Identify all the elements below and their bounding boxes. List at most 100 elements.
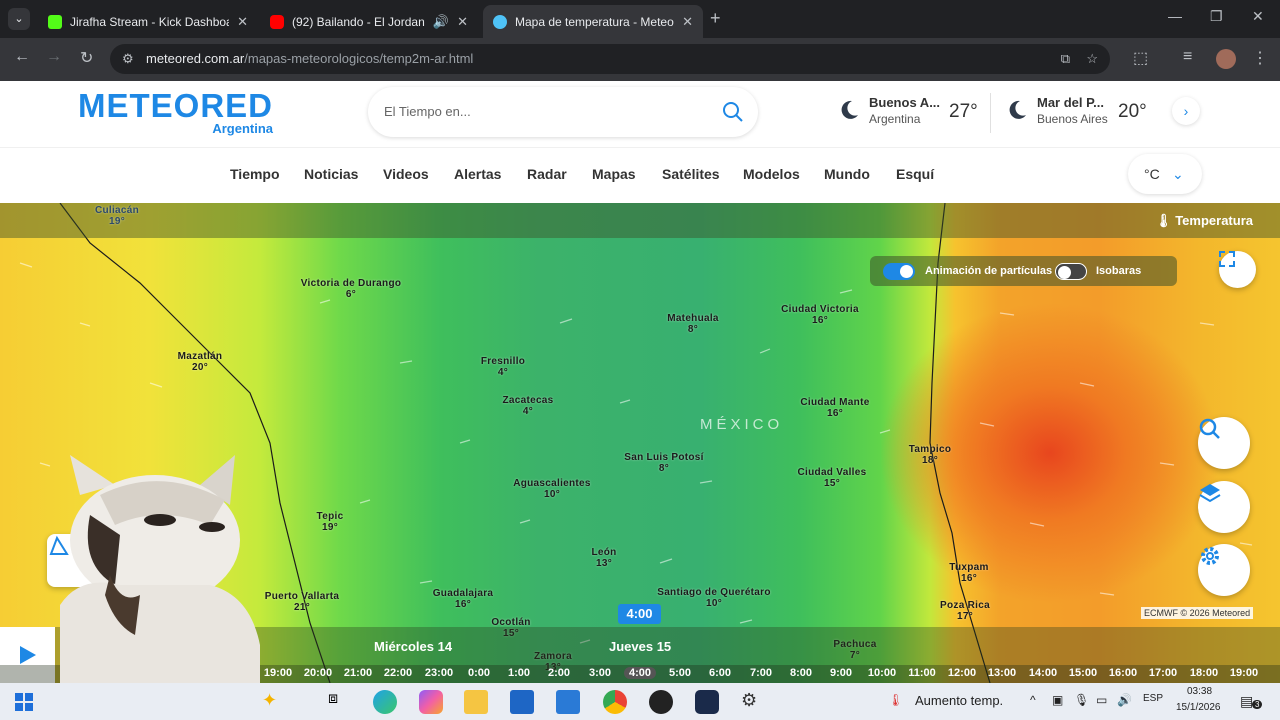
hour-tick[interactable]: 21:00 bbox=[344, 667, 372, 679]
search-icon[interactable] bbox=[722, 101, 744, 123]
volume-icon[interactable]: 🔊 bbox=[1117, 693, 1132, 707]
hour-tick[interactable]: 1:00 bbox=[508, 667, 530, 679]
hour-tick[interactable]: 19:00 bbox=[264, 667, 292, 679]
isobars-toggle[interactable] bbox=[1055, 263, 1087, 280]
layer-label[interactable]: 🌡 Temperatura bbox=[1155, 213, 1253, 229]
nav-tiempo[interactable]: Tiempo bbox=[230, 166, 280, 182]
meteored-logo[interactable]: METEORED Argentina bbox=[78, 87, 273, 136]
city-label[interactable]: Ciudad Victoria 16° bbox=[781, 304, 859, 326]
hour-tick[interactable]: 3:00 bbox=[589, 667, 611, 679]
tab-search-button[interactable]: ⌄ bbox=[8, 8, 30, 30]
unit-selector[interactable]: °C ⌄ bbox=[1128, 154, 1202, 194]
tab-kick[interactable]: Jirafha Stream - Kick Dashboard ✕ bbox=[38, 5, 258, 38]
city-label[interactable]: Santiago de Querétaro 10° bbox=[657, 587, 771, 609]
city-label[interactable]: León 13° bbox=[591, 547, 616, 569]
hour-tick[interactable]: 2:00 bbox=[548, 667, 570, 679]
city-label[interactable]: Ciudad Valles 15° bbox=[798, 467, 867, 489]
notification-icon[interactable]: ▤ bbox=[1240, 693, 1253, 710]
hour-tick[interactable]: 10:00 bbox=[868, 667, 896, 679]
edge-icon[interactable] bbox=[373, 690, 397, 714]
hour-tick[interactable]: 12:00 bbox=[948, 667, 976, 679]
reload-icon[interactable]: ↻ bbox=[80, 48, 93, 68]
layers-button[interactable] bbox=[1198, 481, 1250, 533]
mic-icon[interactable]: 🎙 bbox=[1074, 693, 1089, 707]
hour-tick[interactable]: 17:00 bbox=[1149, 667, 1177, 679]
network-icon[interactable]: ▭ bbox=[1096, 693, 1107, 707]
audio-icon[interactable]: 🔊 bbox=[433, 14, 449, 30]
clock-date[interactable]: 15/1/2026 bbox=[1176, 702, 1221, 713]
city-label[interactable]: Puerto Vallarta 21° bbox=[265, 591, 340, 613]
address-bar[interactable]: ⚙ meteored.com.ar/mapas-meteorologicos/t… bbox=[110, 44, 1110, 74]
hour-tick[interactable]: 7:00 bbox=[750, 667, 772, 679]
city-label[interactable]: Guadalajara 16° bbox=[433, 588, 494, 610]
fullscreen-button[interactable] bbox=[1219, 251, 1256, 288]
settings-gear-icon[interactable]: ⚙ bbox=[741, 690, 765, 714]
hour-tick[interactable]: 8:00 bbox=[790, 667, 812, 679]
outlook-icon[interactable] bbox=[556, 690, 580, 714]
hour-tick[interactable]: 20:00 bbox=[304, 667, 332, 679]
copilot-sparkle-icon[interactable]: ✦ bbox=[262, 690, 286, 714]
city-label[interactable]: Tuxpam 16° bbox=[949, 562, 988, 584]
city-label[interactable]: Aguascalientes 10° bbox=[513, 478, 591, 500]
particles-toggle[interactable] bbox=[883, 263, 915, 280]
city-label[interactable]: San Luis Potosí 8° bbox=[624, 452, 704, 474]
nav-mundo[interactable]: Mundo bbox=[824, 166, 870, 182]
store-icon[interactable] bbox=[510, 690, 534, 714]
weather-icon[interactable]: 🌡 bbox=[888, 693, 903, 707]
back-icon[interactable]: ← bbox=[14, 48, 30, 66]
task-view-icon[interactable]: ⧈ bbox=[328, 690, 352, 714]
windows-start-icon[interactable] bbox=[12, 690, 36, 714]
hour-tick[interactable]: 18:00 bbox=[1190, 667, 1218, 679]
tab-youtube[interactable]: (92) Bailando - El Jordan 23 🔊 ✕ bbox=[260, 5, 478, 38]
restore-icon[interactable]: ❐ bbox=[1210, 8, 1223, 25]
hour-tick[interactable]: 11:00 bbox=[908, 667, 936, 679]
map-search-button[interactable] bbox=[1198, 417, 1250, 469]
nav-noticias[interactable]: Noticias bbox=[304, 166, 358, 182]
hour-tick-selected[interactable]: 4:00 bbox=[623, 667, 657, 679]
chevron-up-icon[interactable]: ^ bbox=[1030, 693, 1036, 707]
bookmark-star-icon[interactable]: ☆ bbox=[1086, 44, 1098, 74]
city-label[interactable]: Tepic 19° bbox=[317, 511, 344, 533]
close-icon[interactable]: ✕ bbox=[237, 14, 248, 30]
nav-alertas[interactable]: Alertas bbox=[454, 166, 501, 182]
city-label[interactable]: Culiacán 19° bbox=[95, 205, 139, 227]
close-icon[interactable]: ✕ bbox=[682, 14, 693, 30]
city-label[interactable]: Victoria de Durango 6° bbox=[301, 278, 402, 300]
close-window-icon[interactable]: ✕ bbox=[1252, 8, 1264, 25]
language-indicator[interactable]: ESP bbox=[1143, 693, 1163, 704]
clock-time[interactable]: 03:38 bbox=[1187, 686, 1212, 697]
profile-avatar[interactable] bbox=[1216, 49, 1236, 69]
app-icon[interactable] bbox=[695, 690, 719, 714]
hour-tick[interactable]: 13:00 bbox=[988, 667, 1016, 679]
weather-text[interactable]: Aumento temp. bbox=[915, 693, 1003, 708]
city-label[interactable]: Ciudad Mante 16° bbox=[800, 397, 869, 419]
nav-mapas[interactable]: Mapas bbox=[592, 166, 636, 182]
city-label[interactable]: Zacatecas 4° bbox=[502, 395, 553, 417]
hour-tick[interactable]: 15:00 bbox=[1069, 667, 1097, 679]
nav-satelites[interactable]: Satélites bbox=[662, 166, 720, 182]
nav-radar[interactable]: Radar bbox=[527, 166, 567, 182]
nav-modelos[interactable]: Modelos bbox=[743, 166, 800, 182]
location-search[interactable]: El Tiempo en... bbox=[368, 87, 758, 137]
new-tab-button[interactable]: + bbox=[710, 8, 721, 29]
hour-tick[interactable]: 5:00 bbox=[669, 667, 691, 679]
copilot-icon[interactable] bbox=[419, 690, 443, 714]
city-label[interactable]: Mazatlán 20° bbox=[178, 351, 223, 373]
settings-button[interactable] bbox=[1198, 544, 1250, 596]
menu-icon[interactable]: ⋮ bbox=[1252, 48, 1268, 68]
city-label[interactable]: Tampico 18° bbox=[909, 444, 951, 466]
forward-icon[interactable]: → bbox=[46, 48, 62, 66]
city-label[interactable]: Matehuala 8° bbox=[667, 313, 719, 335]
chrome-icon[interactable] bbox=[603, 690, 627, 714]
hour-tick[interactable]: 22:00 bbox=[384, 667, 412, 679]
hour-tick[interactable]: 19:00 bbox=[1230, 667, 1258, 679]
nav-videos[interactable]: Videos bbox=[383, 166, 429, 182]
hour-tick[interactable]: 9:00 bbox=[830, 667, 852, 679]
nav-esqui[interactable]: Esquí bbox=[896, 166, 934, 182]
tab-meteored[interactable]: Mapa de temperatura - Meteored ✕ bbox=[483, 5, 703, 38]
minimize-icon[interactable]: — bbox=[1168, 8, 1182, 24]
city-label[interactable]: Poza Rica 17° bbox=[940, 600, 990, 622]
file-explorer-icon[interactable] bbox=[464, 690, 488, 714]
media-icon[interactable]: ≡ bbox=[1183, 48, 1192, 66]
city-label[interactable]: Fresnillo 4° bbox=[481, 356, 525, 378]
